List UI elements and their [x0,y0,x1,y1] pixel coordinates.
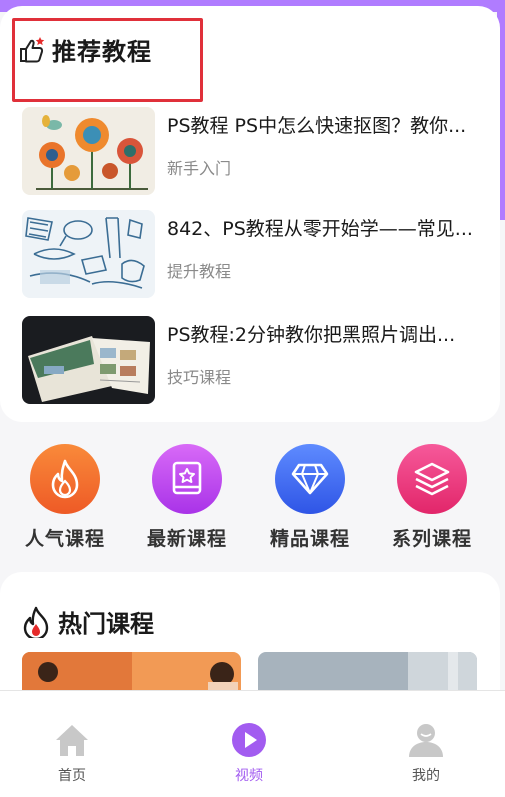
course-thumbnail [22,210,155,298]
play-icon [232,723,266,757]
flame-icon [30,444,100,514]
hot-courses-title: 热门课程 [58,610,154,638]
tab-label: 我的 [412,768,440,784]
profile-icon [409,724,443,757]
course-thumbnail [22,316,155,404]
category-newest[interactable]: 最新课程 [137,444,237,551]
course-tag: 提升教程 [167,262,232,281]
tab-profile[interactable]: 我的 [386,721,466,785]
hot-courses-header: 热门课程 [22,604,154,639]
course-info: 842、PS教程从零开始学——常见... 提升教程 [167,210,487,282]
category-row: 人气课程 最新课程 精品课程 系列课程 [0,444,505,554]
course-thumbnail [22,107,155,195]
course-info: PS教程:2分钟教你把黑照片调出... 技巧课程 [167,316,487,388]
course-item[interactable]: PS教程:2分钟教你把黑照片调出... 技巧课程 [22,316,490,404]
home-icon [56,725,88,756]
tab-video[interactable]: 视频 [209,721,289,785]
flame-outline-icon [23,606,49,638]
course-title: 842、PS教程从零开始学——常见... [167,218,473,240]
hot-course-thumbnail[interactable] [22,652,241,692]
category-premium[interactable]: 精品课程 [260,444,360,551]
category-label: 最新课程 [146,528,227,550]
category-label: 系列课程 [391,528,472,550]
course-item[interactable]: PS教程 PS中怎么快速抠图？教你... 新手入门 [22,107,490,195]
course-tag: 新手入门 [167,159,232,178]
hot-course-thumbnail[interactable] [258,652,477,692]
course-info: PS教程 PS中怎么快速抠图？教你... 新手入门 [167,107,487,179]
layers-icon [397,444,467,514]
new-book-icon [152,444,222,514]
course-title: PS教程 PS中怎么快速抠图？教你... [167,115,467,137]
category-popular[interactable]: 人气课程 [15,444,115,551]
tab-label: 首页 [58,768,86,784]
highlight-box [12,18,203,102]
category-label: 人气课程 [24,528,105,550]
tab-label: 视频 [235,768,263,784]
category-series[interactable]: 系列课程 [382,444,482,551]
diamond-icon [275,444,345,514]
course-item[interactable]: 842、PS教程从零开始学——常见... 提升教程 [22,210,490,298]
course-tag: 技巧课程 [167,368,232,387]
course-title: PS教程:2分钟教你把黑照片调出... [167,324,456,346]
bottom-tab-bar: 首页 视频 我的 [0,690,505,797]
category-label: 精品课程 [269,528,350,550]
tab-home[interactable]: 首页 [32,721,112,785]
